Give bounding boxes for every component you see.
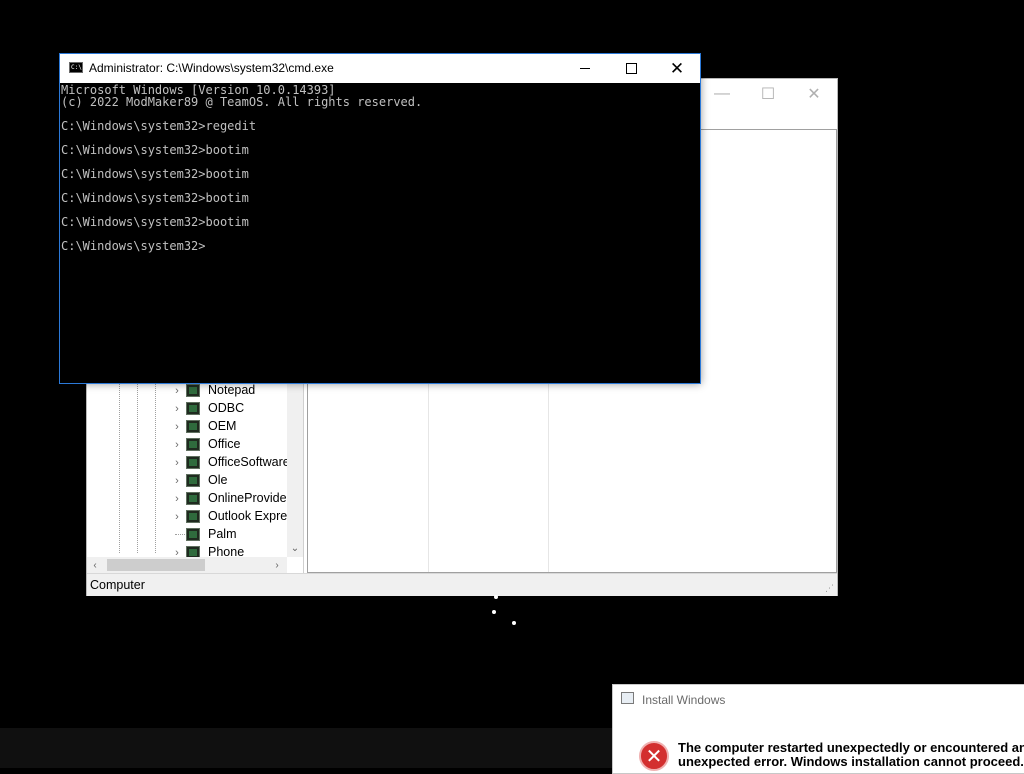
expand-chevron-icon[interactable]: › xyxy=(172,401,182,417)
dialog-title: Install Windows xyxy=(642,693,726,707)
command-prompt-window[interactable]: C:\ Administrator: C:\Windows\system32\c… xyxy=(59,53,701,384)
cmd-close-button[interactable]: ✕ xyxy=(654,54,700,83)
console-line: C:\Windows\system32>bootim xyxy=(61,167,249,181)
scroll-left-arrow-icon[interactable]: ‹ xyxy=(87,557,103,573)
expand-chevron-icon[interactable]: › xyxy=(172,473,182,489)
expand-chevron-icon[interactable]: › xyxy=(172,455,182,471)
tree-horizontal-scrollbar[interactable]: ‹ › xyxy=(87,557,287,573)
tree-item[interactable]: › Notepad xyxy=(87,382,287,400)
tree-item[interactable]: › Office xyxy=(87,436,287,454)
cmd-window-controls: ✕ xyxy=(562,54,700,83)
expand-chevron-icon[interactable]: › xyxy=(172,419,182,435)
minimize-icon xyxy=(580,68,590,69)
cmd-minimize-button[interactable] xyxy=(562,54,608,83)
install-windows-dialog[interactable]: Install Windows ✕ The computer restarted… xyxy=(612,684,1024,774)
registry-key-folder-icon xyxy=(186,474,200,487)
error-icon: ✕ xyxy=(639,741,669,771)
loading-spinner-dot xyxy=(512,621,516,625)
registry-key-folder-icon xyxy=(186,456,200,469)
loading-spinner-dot xyxy=(492,610,496,614)
registry-key-folder-icon xyxy=(186,420,200,433)
tree-item-label: OfficeSoftware xyxy=(208,455,290,469)
loading-spinner-dot xyxy=(494,595,498,599)
registry-key-folder-icon xyxy=(186,384,200,397)
resize-grip-icon[interactable]: ⋰ xyxy=(825,583,834,594)
cmd-maximize-button[interactable] xyxy=(608,54,654,83)
expand-chevron-icon[interactable]: › xyxy=(172,509,182,525)
tree-item-label: Notepad xyxy=(208,383,256,397)
registry-key-folder-icon xyxy=(186,492,200,505)
tree-item-label: OEM xyxy=(208,419,237,433)
maximize-icon xyxy=(625,63,637,74)
regedit-minimize-button[interactable]: — xyxy=(699,79,745,109)
console-line: C:\Windows\system32>bootim xyxy=(61,143,249,157)
console-line: (c) 2022 ModMaker89 @ TeamOS. All rights… xyxy=(61,95,423,109)
regedit-window-controls: — ☐ ✕ xyxy=(699,79,837,109)
tree-item[interactable]: › OfficeSoftware xyxy=(87,454,290,472)
error-message: The computer restarted unexpectedly or e… xyxy=(678,741,1024,769)
scroll-down-arrow-icon[interactable]: ⌄ xyxy=(287,541,303,555)
tree-item-label: Palm xyxy=(208,527,237,541)
close-icon: ✕ xyxy=(669,58,685,78)
tree-item-label: Office xyxy=(208,437,241,451)
tree-item[interactable]: › OEM xyxy=(87,418,287,436)
setup-app-icon xyxy=(621,692,634,704)
registry-key-folder-icon xyxy=(186,510,200,523)
console-line: C:\Windows\system32>bootim xyxy=(61,191,249,205)
cmd-window-title: Administrator: C:\Windows\system32\cmd.e… xyxy=(89,61,334,75)
tree-item-label: Ole xyxy=(208,473,228,487)
scroll-right-arrow-icon[interactable]: › xyxy=(269,557,285,573)
console-output[interactable]: Microsoft Windows [Version 10.0.14393] (c… xyxy=(60,83,700,383)
status-path: Computer xyxy=(90,578,145,592)
regedit-maximize-button[interactable]: ☐ xyxy=(745,79,791,109)
console-line: C:\Windows\system32> xyxy=(61,239,206,253)
registry-key-list: › Notepad › ODBC › OEM › Office › OfficeSoftware ›… xyxy=(87,382,293,562)
cmd-titlebar[interactable]: C:\ Administrator: C:\Windows\system32\c… xyxy=(60,54,700,83)
registry-key-folder-icon xyxy=(186,528,200,541)
expand-chevron-icon[interactable]: › xyxy=(172,383,182,399)
console-line: C:\Windows\system32>regedit xyxy=(61,119,257,133)
registry-key-folder-icon xyxy=(186,402,200,415)
error-message-line: The computer restarted unexpectedly or e… xyxy=(678,741,1024,755)
tree-item-label: ODBC xyxy=(208,401,245,415)
registry-key-folder-icon xyxy=(186,438,200,451)
error-message-line: unexpected error. Windows installation c… xyxy=(678,754,1024,769)
tree-item[interactable]: › Outlook Expres xyxy=(87,508,293,526)
expand-chevron-icon[interactable]: › xyxy=(172,491,182,507)
expand-chevron-icon[interactable]: › xyxy=(172,437,182,453)
tree-item[interactable]: › ODBC xyxy=(87,400,287,418)
horizontal-scroll-thumb[interactable] xyxy=(107,559,205,571)
tree-item[interactable]: Palm xyxy=(87,526,287,544)
tree-item-label: Outlook Expres xyxy=(208,509,294,523)
cmd-app-icon: C:\ xyxy=(69,62,83,73)
tree-connector xyxy=(175,534,185,535)
console-line: C:\Windows\system32>bootim xyxy=(61,215,249,229)
tree-item[interactable]: › Ole xyxy=(87,472,287,490)
tree-item[interactable]: › OnlineProvide xyxy=(87,490,287,508)
regedit-status-bar: Computer ⋰ xyxy=(87,573,837,596)
tree-item-label: OnlineProvide xyxy=(208,491,287,505)
regedit-close-button[interactable]: ✕ xyxy=(791,79,837,109)
